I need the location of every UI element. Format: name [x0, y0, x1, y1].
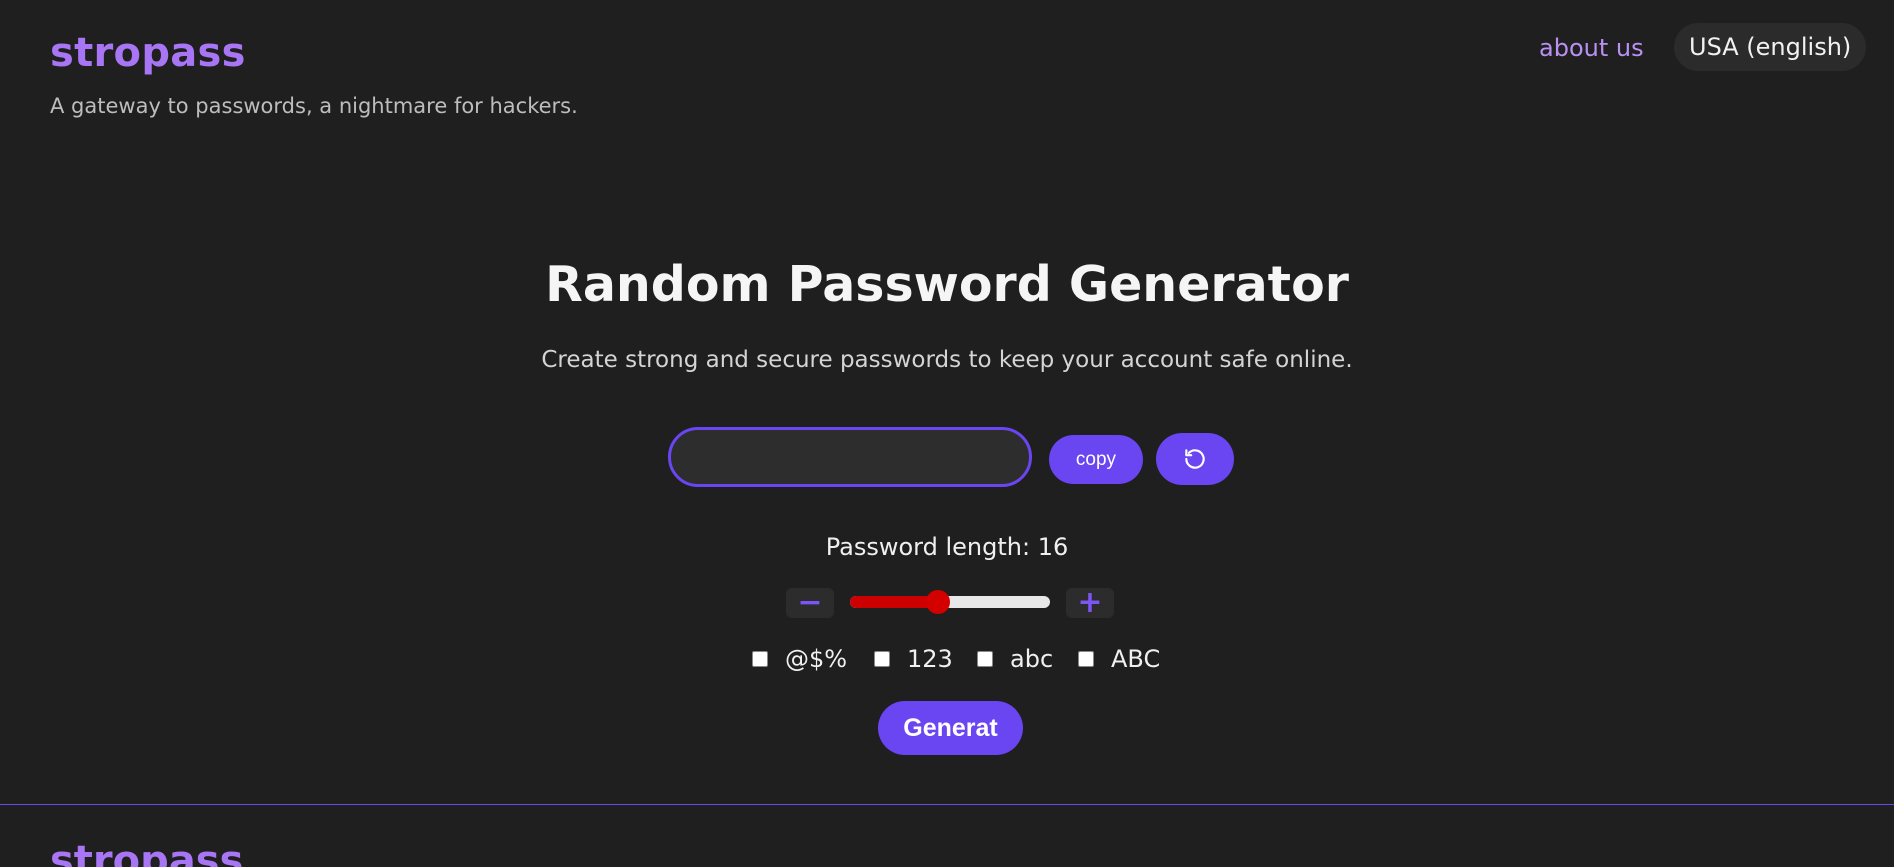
length-slider[interactable] — [850, 590, 1050, 614]
option-numbers[interactable]: 123 — [874, 645, 953, 673]
refresh-button[interactable] — [1156, 433, 1234, 485]
option-uppercase[interactable]: ABC — [1078, 645, 1160, 673]
decrease-length-button[interactable]: − — [786, 588, 834, 618]
language-selector[interactable]: USA (english) — [1674, 23, 1867, 71]
numbers-label: 123 — [907, 645, 953, 673]
about-us-link[interactable]: about us — [1539, 34, 1644, 62]
uppercase-label: ABC — [1111, 645, 1161, 673]
uppercase-checkbox[interactable] — [1078, 651, 1094, 667]
increase-length-button[interactable]: + — [1066, 588, 1114, 618]
generate-button[interactable]: Generat — [878, 701, 1023, 755]
lowercase-checkbox[interactable] — [977, 651, 993, 667]
footer-divider — [0, 804, 1894, 805]
password-length-label: Password length: 16 — [825, 533, 1069, 561]
footer-brand-logo[interactable]: stropass — [50, 838, 243, 867]
slider-thumb[interactable] — [926, 590, 950, 614]
password-output-field[interactable] — [668, 427, 1032, 487]
page-title: Random Password Generator — [545, 256, 1349, 313]
lowercase-label: abc — [1010, 645, 1054, 673]
page: stropass A gateway to passwords, a night… — [0, 0, 1894, 867]
brand-logo[interactable]: stropass — [50, 30, 246, 76]
character-options: @$% 123 abc ABC — [0, 645, 1894, 679]
symbols-label: @$% — [785, 645, 848, 673]
numbers-checkbox[interactable] — [874, 651, 890, 667]
copy-button[interactable]: copy — [1049, 435, 1143, 484]
option-symbols[interactable]: @$% — [752, 645, 847, 673]
option-lowercase[interactable]: abc — [977, 645, 1053, 673]
symbols-checkbox[interactable] — [752, 651, 768, 667]
slider-fill — [850, 596, 938, 608]
tagline: A gateway to passwords, a nightmare for … — [50, 94, 578, 118]
refresh-icon — [1182, 446, 1208, 472]
page-subtitle: Create strong and secure passwords to ke… — [541, 347, 1353, 373]
